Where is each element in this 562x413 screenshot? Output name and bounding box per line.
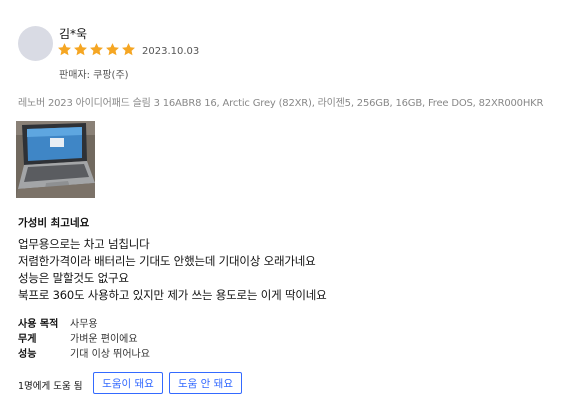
- review-body: 업무용으로는 차고 넘칩니다 저렴한가격이라 배터리는 기대도 안했는데 기대이…: [18, 236, 327, 304]
- helpful-yes-button[interactable]: 도움이 돼요: [93, 372, 163, 394]
- review-line: 북프로 360도 사용하고 있지만 제가 쓰는 용도로는 이게 딱이네요: [18, 288, 327, 302]
- review-line: 업무용으로는 차고 넘칩니다: [18, 237, 150, 251]
- attribute-value: 사무용: [70, 319, 98, 330]
- attribute-row: 무게 가벼운 편이에요: [18, 330, 150, 345]
- review-line: 저렴한가격이라 배터리는 기대도 안했는데 기대이상 오래가네요: [18, 254, 316, 268]
- review-line: 성능은 말할것도 없구요: [18, 271, 129, 285]
- product-name: 레노버 2023 아이디어패드 슬림 3 16ABR8 16, Arctic G…: [18, 98, 544, 109]
- survey-attributes: 사용 목적 사무용 무게 가벼운 편이에요 성능 기대 이상 뛰어나요: [18, 315, 150, 360]
- star-icon: [122, 43, 135, 56]
- star-icon: [90, 43, 103, 56]
- attribute-row: 성능 기대 이상 뛰어나요: [18, 345, 150, 360]
- attribute-value: 기대 이상 뛰어나요: [70, 349, 150, 360]
- review-photo[interactable]: [16, 121, 95, 198]
- helpful-count: 1명에게 도움 됨: [18, 381, 83, 392]
- helpful-no-button[interactable]: 도움 안 돼요: [169, 372, 242, 394]
- avatar: [18, 26, 53, 61]
- attribute-label: 성능: [18, 349, 37, 360]
- attribute-value: 가벼운 편이에요: [70, 334, 138, 345]
- reviewer-name: 김*욱: [59, 27, 88, 41]
- star-icon: [74, 43, 87, 56]
- star-rating: [57, 42, 136, 57]
- attribute-row: 사용 목적 사무용: [18, 315, 150, 330]
- review-headline: 가성비 최고네요: [18, 217, 90, 229]
- seller-label: 판매자: 쿠팡(주): [59, 70, 129, 81]
- attribute-label: 사용 목적: [18, 319, 59, 330]
- star-icon: [106, 43, 119, 56]
- review-date: 2023.10.03: [142, 46, 200, 57]
- attribute-label: 무게: [18, 334, 37, 345]
- laptop-photo-icon: [16, 121, 95, 198]
- star-icon: [58, 43, 71, 56]
